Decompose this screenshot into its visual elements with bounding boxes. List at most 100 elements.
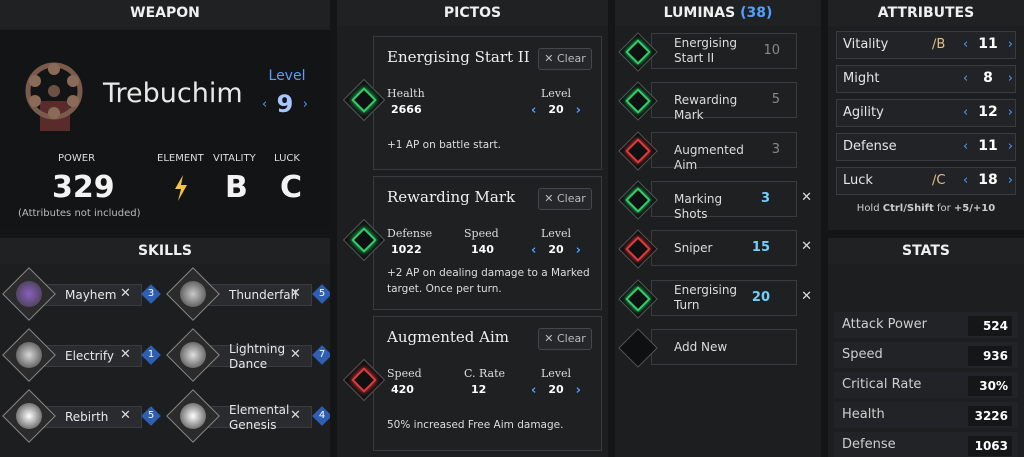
skill-name: Lightning Dance	[229, 342, 286, 371]
chevron-right-icon[interactable]: ›	[576, 243, 581, 258]
lumina-name: Rewarding Mark	[674, 93, 738, 122]
lumina-cost: 10	[763, 43, 780, 58]
empty-slot-icon	[618, 328, 658, 368]
chevron-right-icon[interactable]: ›	[1008, 139, 1013, 154]
skill-slot[interactable]: Thunderfall ✕ 5	[166, 267, 330, 321]
picto-card[interactable]: Augmented Aim ✕ Clear Speed 420 C. Rate 12 Lev…	[342, 316, 602, 451]
skill-cost: 7	[318, 349, 326, 360]
chevron-right-icon[interactable]: ›	[576, 103, 581, 118]
chevron-left-icon[interactable]: ‹	[963, 71, 968, 86]
chevron-left-icon[interactable]: ‹	[531, 243, 536, 258]
remove-skill-x-icon[interactable]: ✕	[120, 347, 131, 362]
lumina-item[interactable]: Sniper 15 ✕	[618, 229, 812, 269]
skill-slot[interactable]: Rebirth ✕ 5	[2, 389, 162, 443]
remove-skill-x-icon[interactable]: ✕	[120, 286, 131, 301]
lumina-item[interactable]: Energising Turn 20 ✕	[618, 279, 812, 319]
attribute-row: Might ‹ 8 ›	[836, 65, 1016, 93]
clear-button[interactable]: ✕ Clear	[538, 48, 592, 70]
lumina-item[interactable]: Rewarding Mark 5	[618, 81, 797, 122]
hold-keys: Ctrl/Shift	[882, 203, 934, 214]
attribute-name: Vitality	[843, 37, 889, 52]
remove-skill-x-icon[interactable]: ✕	[290, 408, 301, 423]
chevron-left-icon[interactable]: ‹	[963, 139, 968, 154]
remove-lumina-x-icon[interactable]: ✕	[801, 289, 812, 304]
skill-slot[interactable]: Electrify ✕ 1	[2, 328, 162, 382]
clear-button[interactable]: ✕ Clear	[538, 188, 592, 210]
chevron-right-icon[interactable]: ›	[1008, 173, 1013, 188]
picto-stat1-label: Defense	[387, 227, 433, 240]
lumina-cost: 3	[760, 191, 770, 206]
lumina-item[interactable]: Augmented Aim 3	[618, 131, 797, 172]
chevron-left-icon[interactable]: ‹	[963, 37, 968, 52]
skill-slot[interactable]: Mayhem ✕ 3	[2, 267, 162, 321]
picto-level-stepper: ‹ 20 ›	[531, 103, 581, 118]
picto-level-value: 20	[548, 103, 564, 116]
luck-grade: C	[280, 170, 303, 205]
chevron-left-icon[interactable]: ‹	[963, 105, 968, 120]
attributes-panel: ATTRIBUTES Vitality ∕B ‹ 11 › Might ‹ 8 › Agility…	[828, 0, 1024, 230]
skill-cost-badge: 7	[312, 345, 330, 365]
luminas-title: LUMINAS	[663, 5, 736, 21]
stat-value: 30%	[968, 376, 1012, 396]
luminas-header: LUMINAS (38)	[615, 0, 821, 26]
skill-cost-badge: 5	[312, 284, 330, 304]
picto-title: Rewarding Mark	[387, 188, 516, 206]
chevron-right-icon[interactable]: ›	[303, 97, 308, 112]
remove-lumina-x-icon[interactable]: ✕	[801, 239, 812, 254]
picto-card[interactable]: Rewarding Mark ✕ Clear Defense 1022 Speed 140…	[342, 176, 602, 310]
lumina-emblem-icon	[618, 81, 658, 121]
attribute-grade: ∕B	[932, 37, 945, 52]
skill-name: Electrify	[65, 349, 114, 363]
hold-amount: +5/+10	[953, 203, 996, 214]
picto-stat1-value: 1022	[391, 243, 422, 256]
clear-button[interactable]: ✕ Clear	[538, 328, 592, 350]
picto-stat1-label: Speed	[387, 367, 422, 380]
stat-row: Speed 936	[834, 342, 1018, 368]
chevron-right-icon[interactable]: ›	[1008, 71, 1013, 86]
picto-level-label: Level	[541, 87, 572, 100]
vitality-grade: B	[225, 170, 248, 205]
attribute-name: Agility	[843, 105, 884, 120]
chevron-right-icon[interactable]: ›	[576, 383, 581, 398]
remove-skill-x-icon[interactable]: ✕	[120, 408, 131, 423]
skill-cost: 1	[147, 349, 155, 360]
picto-emblem-mark-icon	[351, 367, 377, 393]
remove-skill-x-icon[interactable]: ✕	[290, 347, 301, 362]
chevron-right-icon[interactable]: ›	[1008, 105, 1013, 120]
lumina-item[interactable]: Marking Shots 3 ✕	[618, 180, 812, 221]
skill-1-icon	[166, 267, 220, 321]
x-icon: ✕	[544, 52, 557, 65]
chevron-left-icon[interactable]: ‹	[963, 173, 968, 188]
picto-card[interactable]: Energising Start II ✕ Clear Health 2666 Leve…	[342, 36, 602, 170]
weapon-trebuchim-icon	[25, 62, 83, 131]
weapon-level-value: 9	[276, 90, 294, 118]
remove-lumina-x-icon[interactable]: ✕	[801, 190, 812, 205]
picto-emblem-mark-icon	[351, 87, 377, 113]
chevron-right-icon[interactable]: ›	[1008, 37, 1013, 52]
attribute-row: Defense ‹ 11 ›	[836, 133, 1016, 161]
chevron-left-icon[interactable]: ‹	[262, 97, 267, 112]
picto-description: +2 AP on dealing damage to a Marked targ…	[387, 267, 590, 295]
lumina-cost: 20	[751, 290, 770, 305]
skill-art-icon	[16, 403, 42, 429]
lumina-emblem-mark-icon	[625, 187, 651, 213]
add-new-lumina-button[interactable]: Add New	[618, 328, 797, 368]
skill-slot[interactable]: Lightning Dance ✕ 7	[166, 328, 330, 382]
luminas-count: (38)	[740, 5, 773, 21]
stat-value: 1063	[968, 436, 1012, 456]
remove-skill-x-icon[interactable]: ✕	[290, 286, 301, 301]
lumina-item[interactable]: Energising Start II 10	[618, 32, 797, 72]
stat-value: 3226	[968, 406, 1012, 426]
picto-level-stepper: ‹ 20 ›	[531, 383, 581, 398]
skill-name: Thunderfall	[229, 288, 298, 302]
chevron-left-icon[interactable]: ‹	[531, 383, 536, 398]
stats-header: STATS	[828, 238, 1024, 264]
skill-slot[interactable]: Elemental Genesis ✕ 4	[166, 389, 330, 443]
stat-name: Attack Power	[842, 317, 927, 332]
lumina-emblem-mark-icon	[625, 88, 651, 114]
chevron-left-icon[interactable]: ‹	[531, 103, 536, 118]
skill-cost-badge: 1	[141, 345, 161, 365]
vitality-label: VITALITY	[213, 153, 256, 164]
weapon-panel: WEAPON Trebuchim Level ‹ 9 › POWER 329 (…	[0, 0, 330, 230]
picto-stat1-value: 420	[391, 383, 414, 396]
